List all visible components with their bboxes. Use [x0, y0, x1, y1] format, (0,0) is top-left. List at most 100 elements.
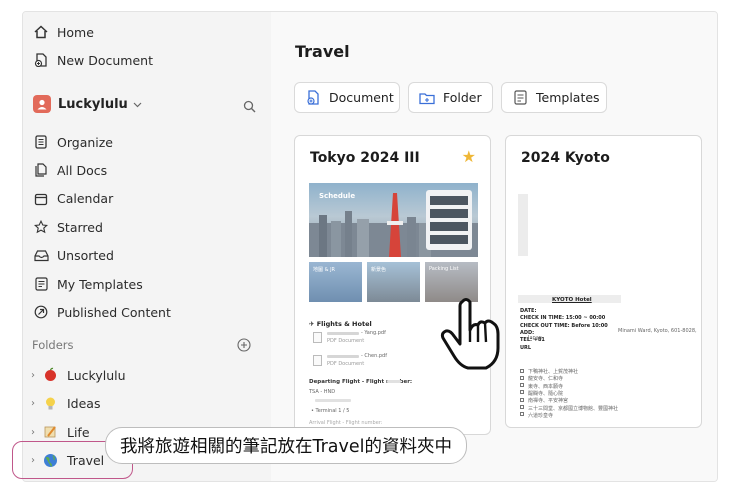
checkbox[interactable]: [520, 405, 524, 409]
organize-icon: [33, 134, 49, 150]
schedule-label: Schedule: [319, 192, 356, 200]
new-folder-button[interactable]: Folder: [408, 82, 493, 113]
checklist-item: 醍醐寺、隨心院: [528, 390, 564, 397]
sidebar-item-unsorted[interactable]: Unsorted: [33, 244, 114, 268]
star-icon[interactable]: ★: [462, 147, 476, 166]
sidebar-item-calendar[interactable]: Calendar: [33, 187, 113, 211]
new-document-button[interactable]: Document: [294, 82, 400, 113]
scenery-tile: 新景色: [367, 262, 420, 302]
sidebar-item-starred[interactable]: Starred: [33, 215, 103, 239]
checkbox[interactable]: [520, 390, 524, 395]
checkbox[interactable]: [520, 397, 524, 402]
sidebar: Home New Document Luckylulu Organize All …: [23, 12, 271, 481]
template-icon: [512, 90, 528, 106]
checklist-item: 六道珍皇寺: [528, 412, 554, 419]
hotel-field: DATE:: [520, 308, 537, 314]
folder-item-luckylulu[interactable]: › Luckylulu: [31, 365, 126, 385]
schedule-thumbnail: Schedule: [309, 183, 478, 257]
caption-bubble: 我將旅遊相關的筆記放在Travel的資料夾中: [105, 427, 468, 464]
templates-button[interactable]: Templates: [501, 82, 607, 113]
arrival-flight: Arrival Flight - Flight number:: [309, 420, 383, 426]
chevron-right-icon[interactable]: ›: [31, 370, 43, 381]
hotel-field: CHECK IN TIME: 15:00 ~ 00:00: [520, 315, 606, 322]
home-link[interactable]: Home: [33, 20, 94, 44]
notebook-icon: [43, 424, 59, 440]
document-button-label: Document: [329, 90, 394, 105]
sidebar-item-label: Starred: [57, 219, 103, 235]
checklist-item: 三十三間堂、京都國立博物館、豐國神社: [528, 405, 619, 412]
map-tile: 地圖 & JR: [309, 262, 362, 302]
sidebar-item-label: Unsorted: [57, 248, 114, 264]
file2-name: - Chen.pdf: [361, 353, 387, 359]
page-title: Travel: [295, 42, 350, 61]
user-menu[interactable]: Luckylulu: [33, 95, 142, 113]
templates-button-label: Templates: [536, 90, 600, 105]
folder-item-ideas[interactable]: › Ideas: [31, 394, 100, 414]
checkbox[interactable]: [520, 368, 524, 373]
main-content: Travel Document Folder Templates Tokyo 2…: [271, 12, 717, 481]
sidebar-item-label: Calendar: [57, 191, 114, 207]
checklist-item: 南禪寺、平安神宮: [528, 398, 569, 405]
checkbox[interactable]: [520, 375, 524, 380]
folders-heading: Folders: [32, 338, 74, 352]
published-icon: [33, 304, 49, 320]
sidebar-item-published-content[interactable]: Published Content: [33, 300, 171, 324]
chevron-down-icon: [133, 97, 142, 112]
folder-label: Life: [67, 424, 90, 440]
blurred-image: [518, 194, 528, 256]
packing-tile-label: Packing List: [429, 266, 459, 272]
file2-type: PDF Document: [327, 361, 365, 367]
chevron-right-icon[interactable]: ›: [31, 427, 43, 438]
new-document-icon: [33, 52, 49, 68]
star-outline-icon: [33, 219, 49, 235]
folder-button-label: Folder: [443, 90, 482, 105]
calendar-icon: [33, 191, 49, 207]
search-icon[interactable]: [243, 98, 256, 117]
hotel-field: URL: [520, 344, 532, 351]
document-card-kyoto[interactable]: 2024 Kyoto KYOTO Hotel DATE: CHECK IN TIM…: [505, 135, 702, 428]
sidebar-item-label: My Templates: [57, 276, 143, 292]
docs-icon: [33, 162, 49, 178]
checklist-item: 龍安寺、仁和寺: [528, 376, 564, 383]
checklist-item: 東寺、西本願寺: [528, 383, 564, 390]
lightbulb-icon: [43, 396, 59, 412]
address-tail: Minami Ward, Kyoto, 601-8028,: [618, 328, 697, 334]
chevron-right-icon[interactable]: ›: [31, 398, 43, 409]
scenery-tile-label: 新景色: [371, 267, 387, 273]
document-card-tokyo[interactable]: Tokyo 2024 III ★ Schedule 地圖 & JR 新景色 Pa…: [294, 135, 491, 435]
add-folder-icon[interactable]: [237, 337, 251, 356]
route: TSA - HND: [309, 389, 336, 395]
checkbox[interactable]: [520, 383, 524, 388]
file1-type: PDF Document: [327, 338, 365, 344]
sidebar-item-label: Published Content: [57, 304, 171, 320]
app-window: Home New Document Luckylulu Organize All …: [22, 11, 718, 482]
map-tile-label: 地圖 & JR: [313, 267, 336, 273]
pdf-file-icon: [313, 332, 322, 343]
schedule-table: [426, 190, 472, 250]
home-label: Home: [57, 24, 94, 40]
checklist-item: 下鴨神社、上賀茂神社: [528, 369, 579, 375]
new-document-link[interactable]: New Document: [33, 48, 153, 72]
card-title: 2024 Kyoto: [521, 150, 610, 166]
file1-name: - Yang.pdf: [361, 330, 386, 336]
checkbox[interactable]: [520, 412, 524, 417]
tray-icon: [33, 248, 49, 264]
folder-label: Luckylulu: [67, 367, 126, 383]
card-title: Tokyo 2024 III: [310, 150, 420, 166]
sidebar-item-all-docs[interactable]: All Docs: [33, 158, 107, 182]
sidebar-item-organize[interactable]: Organize: [33, 130, 113, 154]
hotel-field: CHECK OUT TIME: Before 10:00: [520, 322, 608, 329]
pdf-file-icon: [313, 355, 322, 366]
hotel-title: KYOTO Hotel: [552, 297, 592, 303]
template-icon: [33, 276, 49, 292]
new-document-label: New Document: [57, 52, 153, 68]
pointer-hand-icon: [440, 296, 510, 378]
sidebar-item-label: All Docs: [57, 162, 108, 178]
document-add-icon: [305, 90, 321, 106]
user-name: Luckylulu: [58, 96, 128, 112]
flights-section-title: ✈ Flights & Hotel: [309, 320, 372, 328]
sidebar-item-label: Organize: [57, 134, 113, 150]
sidebar-item-my-templates[interactable]: My Templates: [33, 272, 143, 296]
folder-item-life[interactable]: › Life: [31, 422, 90, 442]
folder-label: Ideas: [67, 396, 101, 411]
